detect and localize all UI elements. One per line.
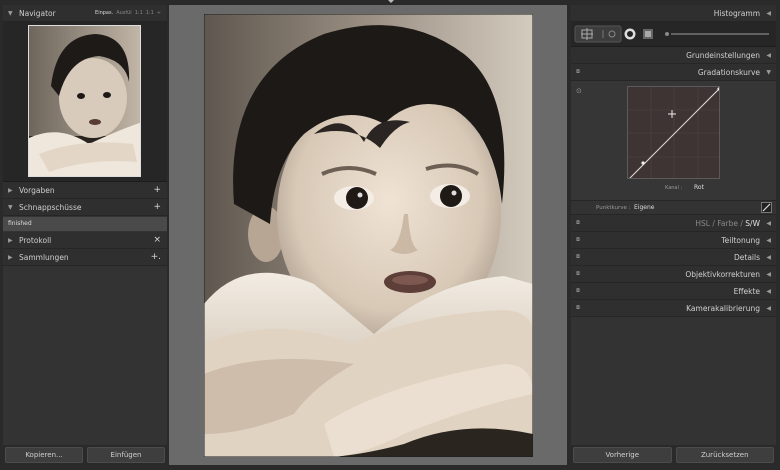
split-toning-header[interactable]: ◘ Teiltonung ◀ bbox=[571, 232, 776, 249]
triangle-right-icon: ▶ bbox=[8, 253, 13, 261]
camera-calibration-header[interactable]: ◘ Kamerakalibrierung ◀ bbox=[571, 300, 776, 317]
snapshots-title: Schnappschüsse bbox=[19, 202, 82, 212]
reset-button[interactable]: Zurücksetzen bbox=[675, 447, 774, 463]
main-photo[interactable] bbox=[204, 14, 533, 457]
spot-removal-icon[interactable] bbox=[606, 27, 618, 42]
snapshot-item-finished[interactable]: finished bbox=[3, 217, 167, 231]
triangle-left-icon: ◀ bbox=[766, 270, 771, 278]
adjustment-brush-slider[interactable] bbox=[663, 28, 769, 40]
details-title: Details bbox=[733, 252, 760, 262]
zoom-custom-chevron-icon[interactable]: ÷ bbox=[157, 10, 161, 16]
triangle-left-icon: ◀ bbox=[766, 287, 771, 295]
lens-corrections-title: Objektivkorrekturen bbox=[685, 269, 760, 279]
presets-panel-header[interactable]: ▶ Vorgaben + bbox=[3, 182, 167, 199]
tone-curve-title: Gradationskurve bbox=[697, 67, 760, 77]
histogram-header[interactable]: Histogramm ◀ bbox=[571, 5, 776, 22]
target-adjust-icon[interactable]: ⊙ bbox=[576, 87, 582, 95]
effects-header[interactable]: ◘ Effekte ◀ bbox=[571, 283, 776, 300]
add-collection-icon[interactable]: +. bbox=[151, 252, 161, 262]
hsl-panel-header[interactable]: ◘ HSL / Farbe / S/W ◀ bbox=[571, 215, 776, 232]
copy-button[interactable]: Kopieren... bbox=[5, 447, 83, 463]
navigator-title: Navigator bbox=[19, 8, 56, 18]
tab-separator: / bbox=[712, 218, 715, 228]
collections-title: Sammlungen bbox=[19, 252, 69, 262]
presets-title: Vorgaben bbox=[19, 185, 55, 195]
triangle-right-icon: ▶ bbox=[8, 236, 13, 244]
tab-color[interactable]: Farbe bbox=[717, 219, 738, 228]
zoom-1-1-option[interactable]: 1:1 bbox=[135, 10, 143, 16]
snapshots-panel-header[interactable]: ▼ Schnappschüsse + bbox=[3, 199, 167, 216]
point-curve-label: Punktkurve : bbox=[596, 205, 631, 211]
navigator-thumbnail[interactable] bbox=[28, 25, 141, 177]
right-panel: Histogramm ◀ Grundeinstellungen ◀ ◘ Grad… bbox=[571, 5, 776, 465]
toggle-switch-icon[interactable]: ◘ bbox=[576, 237, 584, 243]
graduated-filter-icon[interactable] bbox=[641, 27, 655, 42]
left-panel: ▼ Navigator Einpas. Ausfül 1:1 1:1 ÷ ▶ V… bbox=[3, 5, 167, 465]
zoom-fit-option[interactable]: Einpas. bbox=[95, 10, 113, 16]
triangle-down-icon: ▼ bbox=[766, 68, 771, 76]
zoom-fill-option[interactable]: Ausfül bbox=[116, 10, 132, 16]
basic-panel-header[interactable]: Grundeinstellungen ◀ bbox=[571, 47, 776, 64]
channel-label: Kanal : bbox=[665, 185, 683, 191]
toggle-switch-icon[interactable]: ◘ bbox=[576, 254, 584, 260]
camera-calibration-title: Kamerakalibrierung bbox=[686, 303, 760, 313]
tone-curve-header[interactable]: ◘ Gradationskurve ▼ bbox=[571, 64, 776, 81]
tab-separator: / bbox=[740, 218, 743, 228]
add-preset-icon[interactable]: + bbox=[153, 185, 161, 195]
effects-title: Effekte bbox=[733, 286, 760, 296]
toggle-switch-icon[interactable]: ◘ bbox=[576, 271, 584, 277]
triangle-left-icon: ◀ bbox=[766, 236, 771, 244]
lens-corrections-header[interactable]: ◘ Objektivkorrekturen ◀ bbox=[571, 266, 776, 283]
split-toning-title: Teiltonung bbox=[721, 235, 760, 245]
clear-history-icon[interactable]: × bbox=[153, 235, 161, 245]
collections-panel-header[interactable]: ▶ Sammlungen +. bbox=[3, 249, 167, 266]
edit-point-curve-icon[interactable] bbox=[761, 202, 772, 213]
paste-button[interactable]: Einfügen bbox=[87, 447, 165, 463]
triangle-left-icon: ◀ bbox=[766, 219, 771, 227]
tab-bw[interactable]: S/W bbox=[745, 219, 760, 228]
toggle-switch-icon[interactable]: ◘ bbox=[576, 220, 584, 226]
toggle-switch-icon[interactable]: ◘ bbox=[576, 69, 584, 75]
point-curve-select[interactable]: Eigene bbox=[634, 204, 654, 211]
add-snapshot-icon[interactable]: + bbox=[153, 202, 161, 212]
left-bottom-bar: Kopieren... Einfügen bbox=[3, 445, 167, 465]
crop-tool-icon[interactable] bbox=[577, 27, 603, 42]
tab-hsl[interactable]: HSL bbox=[695, 219, 710, 228]
triangle-left-icon: ◀ bbox=[766, 253, 771, 261]
image-viewer bbox=[169, 5, 567, 465]
toggle-switch-icon[interactable]: ◘ bbox=[576, 288, 584, 294]
point-curve-row: Punktkurve : Eigene bbox=[571, 201, 776, 215]
toggle-switch-icon[interactable]: ◘ bbox=[576, 305, 584, 311]
right-bottom-bar: Vorherige Zurücksetzen bbox=[571, 445, 776, 465]
history-title: Protokoll bbox=[19, 235, 52, 245]
previous-button[interactable]: Vorherige bbox=[573, 447, 672, 463]
basic-title: Grundeinstellungen bbox=[686, 50, 760, 60]
triangle-down-icon: ▼ bbox=[8, 203, 13, 211]
triangle-left-icon: ◀ bbox=[766, 9, 771, 17]
histogram-title: Histogramm bbox=[713, 8, 760, 18]
triangle-left-icon: ◀ bbox=[766, 51, 771, 59]
triangle-down-icon: ▼ bbox=[8, 9, 13, 17]
triangle-left-icon: ◀ bbox=[766, 304, 771, 312]
navigator-preview[interactable] bbox=[3, 22, 167, 182]
triangle-right-icon: ▶ bbox=[8, 186, 13, 194]
history-panel-header[interactable]: ▶ Protokoll × bbox=[3, 232, 167, 249]
channel-select[interactable]: Rot bbox=[694, 184, 704, 191]
zoom-custom-option[interactable]: 1:1 bbox=[146, 10, 154, 16]
tool-strip bbox=[571, 22, 776, 47]
details-header[interactable]: ◘ Details ◀ bbox=[571, 249, 776, 266]
top-panel-toggle-icon[interactable] bbox=[388, 0, 394, 3]
navigator-header[interactable]: ▼ Navigator Einpas. Ausfül 1:1 1:1 ÷ bbox=[3, 5, 167, 22]
tone-curve-graph[interactable] bbox=[627, 86, 720, 179]
tone-curve-area: ⊙ Kanal : Rot bbox=[571, 81, 776, 201]
red-eye-icon[interactable] bbox=[623, 26, 637, 42]
